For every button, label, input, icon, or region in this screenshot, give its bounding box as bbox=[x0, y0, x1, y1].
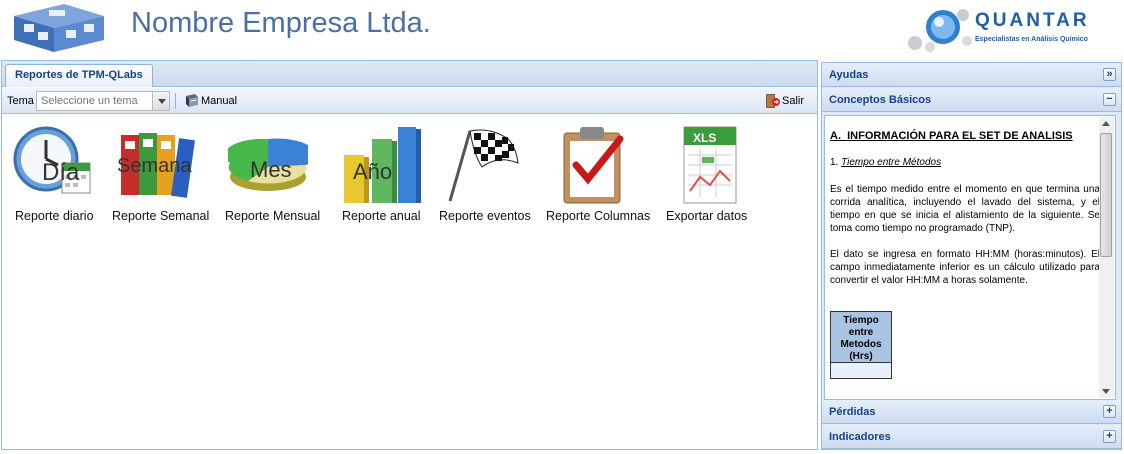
tab-strip: Reportes de TPM-QLabs bbox=[2, 61, 817, 87]
header: Nombre Empresa Ltda. QUANTAR Especialist… bbox=[0, 0, 1124, 57]
content-scrollbar[interactable] bbox=[1099, 117, 1114, 398]
report-semanal-overlay: Semana bbox=[117, 155, 192, 177]
report-exportar-label: Exportar datos bbox=[666, 209, 748, 223]
collapse-right-icon[interactable]: » bbox=[1103, 68, 1116, 81]
tab-reportes[interactable]: Reportes de TPM-QLabs bbox=[5, 64, 153, 87]
report-semanal-label: Reporte Semanal bbox=[112, 209, 210, 223]
section-title-text: INFORMACIÓN PARA EL SET DE ANALISIS bbox=[847, 130, 1073, 142]
report-exportar-overlay: XLS bbox=[693, 131, 717, 145]
collapse-icon[interactable]: − bbox=[1103, 93, 1116, 106]
chevron-down-icon[interactable] bbox=[152, 92, 169, 110]
report-anual-label: Reporte anual bbox=[342, 209, 421, 223]
panel-ayudas-title: Ayudas bbox=[829, 69, 869, 81]
paragraph-2: El dato se ingresa en formato HH:MM (hor… bbox=[830, 249, 1100, 286]
panel-indicadores-title: Indicadores bbox=[829, 431, 891, 443]
checkered-flag-icon bbox=[448, 129, 519, 202]
conceptos-text: A. INFORMACIÓN PARA EL SET DE ANALISIS 1… bbox=[830, 130, 1100, 287]
panel-indicadores-header[interactable]: Indicadores + bbox=[822, 425, 1121, 449]
scroll-down-icon[interactable] bbox=[1102, 389, 1110, 394]
panel-perdidas-header[interactable]: Pérdidas + bbox=[822, 400, 1121, 424]
company-name: Nombre Empresa Ltda. bbox=[131, 7, 431, 39]
expand-icon[interactable]: + bbox=[1103, 405, 1116, 418]
tema-input[interactable] bbox=[37, 92, 153, 110]
quantar-brand-name: QUANTAR bbox=[975, 10, 1090, 31]
report-diario-label: Reporte diario bbox=[15, 209, 94, 223]
report-mensual-label: Reporte Mensual bbox=[225, 209, 321, 223]
report-diario-overlay: Día bbox=[42, 159, 80, 186]
reports-toolbar: Tema Manual Salir bbox=[2, 88, 817, 114]
manual-button[interactable]: Manual bbox=[182, 93, 237, 110]
panel-perdidas-title: Pérdidas bbox=[829, 406, 876, 418]
conceptos-content: A. INFORMACIÓN PARA EL SET DE ANALISIS 1… bbox=[824, 115, 1116, 400]
report-anual-overlay: Año bbox=[353, 159, 393, 184]
report-columnas-label: Reporte Columnas bbox=[546, 209, 651, 223]
quantar-tagline: Especialistas en Análisis Químico bbox=[975, 36, 1088, 43]
item-number: 1. bbox=[830, 157, 839, 168]
salir-button[interactable]: Salir bbox=[764, 93, 804, 110]
toolbar-separator bbox=[175, 93, 176, 109]
item-line: 1. Tiempo entre Métodos bbox=[830, 156, 1100, 169]
excel-export-icon bbox=[683, 126, 737, 204]
paragraph-1: Es el tiempo medido entre el momento en … bbox=[830, 184, 1100, 234]
scroll-up-icon[interactable] bbox=[1102, 121, 1110, 126]
item-title: Tiempo entre Métodos bbox=[841, 157, 942, 168]
expand-icon[interactable]: + bbox=[1103, 430, 1116, 443]
reports-panel: Reportes de TPM-QLabs Tema Manual bbox=[1, 60, 818, 450]
help-panel: Ayudas » Conceptos Básicos − A. INFORMAC… bbox=[821, 62, 1122, 450]
tiempo-table-header: Tiempo entre Metodos (Hrs) bbox=[831, 312, 891, 363]
manual-label: Manual bbox=[201, 95, 238, 107]
panel-conceptos-title: Conceptos Básicos bbox=[829, 94, 932, 106]
salir-label: Salir bbox=[782, 95, 805, 107]
panel-conceptos-header[interactable]: Conceptos Básicos − bbox=[822, 88, 1121, 112]
section-letter: A. bbox=[830, 130, 841, 142]
company-logo-icon bbox=[14, 4, 104, 52]
section-title: A. INFORMACIÓN PARA EL SET DE ANALISIS bbox=[830, 130, 1100, 143]
tiempo-table-cell[interactable] bbox=[831, 363, 891, 378]
scroll-thumb[interactable] bbox=[1100, 133, 1112, 257]
clipboard-check-icon bbox=[563, 127, 624, 204]
tiempo-table: Tiempo entre Metodos (Hrs) bbox=[830, 311, 892, 379]
book-icon bbox=[186, 94, 198, 107]
tema-label: Tema bbox=[7, 95, 34, 107]
report-eventos-label: Reporte eventos bbox=[439, 209, 531, 223]
conceptos-body: A. INFORMACIÓN PARA EL SET DE ANALISIS 1… bbox=[822, 113, 1121, 403]
tema-combobox[interactable] bbox=[36, 91, 170, 111]
exit-door-icon bbox=[766, 94, 780, 108]
report-mensual-overlay: Mes bbox=[250, 157, 292, 182]
panel-ayudas-header[interactable]: Ayudas » bbox=[822, 63, 1121, 87]
